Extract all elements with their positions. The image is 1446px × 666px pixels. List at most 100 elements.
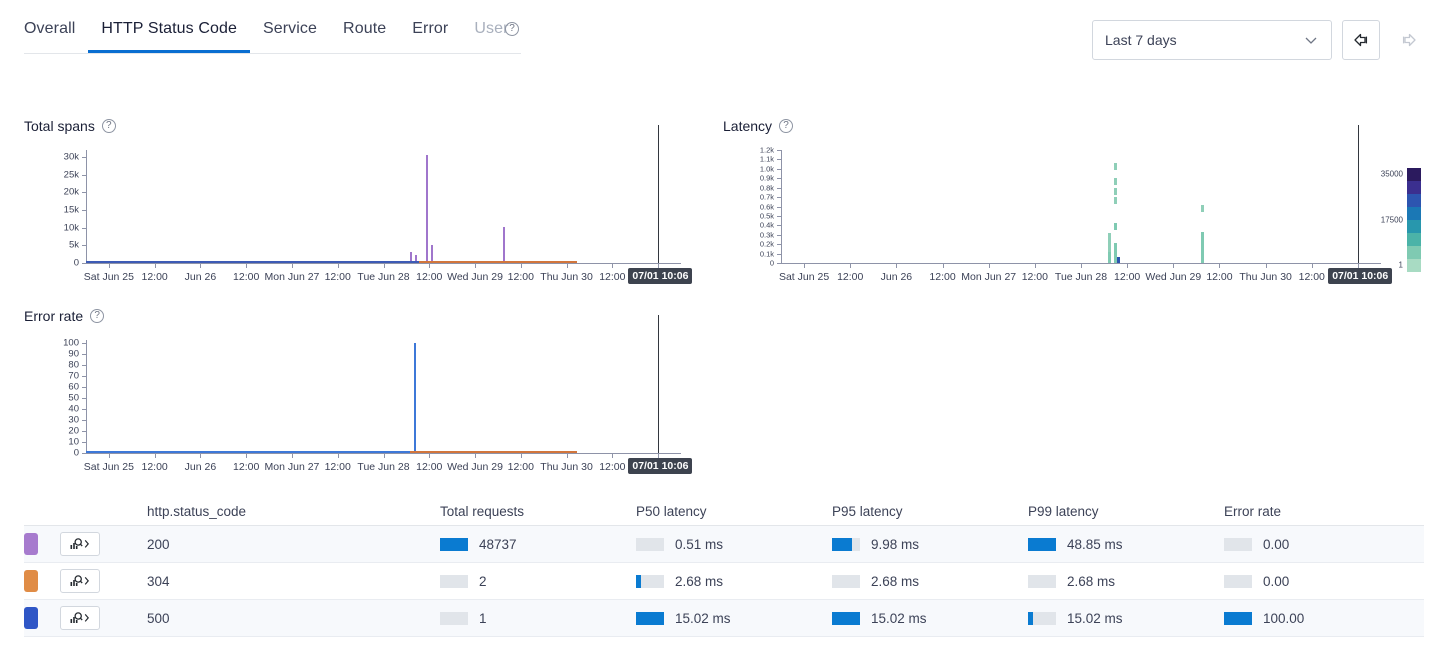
y-tick [82,409,86,410]
legend-swatch-5 [1407,233,1421,246]
total-requests-cell: 2 [440,574,636,589]
latency-point-1 [1108,252,1111,263]
table-row[interactable]: 30422.68 ms2.68 ms2.68 ms0.00 [24,563,1424,600]
inspect-button[interactable] [60,532,100,556]
series-baseline-500 [86,451,419,453]
x-tick [1219,264,1220,268]
y-tick-label: 1.1k [723,155,774,164]
x-tick-label: 12:00 [508,461,534,473]
x-tick-label: Sat Jun 25 [84,461,134,473]
time-range-select[interactable]: Last 7 days [1092,20,1332,60]
x-tick [292,454,293,458]
p50-latency-cell: 2.68 ms [636,574,832,589]
x-tick [246,454,247,458]
latency-panel: Latency ? 00.1k0.2k0.3k0.4k0.5k0.6k0.7k0… [723,118,1443,289]
p99-latency-cell: 2.68 ms [1028,574,1224,589]
legend-swatch-3 [1407,207,1421,220]
total-spans-help-icon[interactable]: ? [102,119,116,133]
latency-plot[interactable]: 00.1k0.2k0.3k0.4k0.5k0.6k0.7k0.8k0.9k1.0… [723,150,1443,289]
y-tick-label: 0 [24,258,79,269]
p95-latency-bar [832,575,860,588]
column-header-total-requests: Total requests [440,504,636,519]
inspect-button[interactable] [60,569,100,593]
column-header-p99-latency: P99 latency [1028,504,1224,519]
x-tick-label: Mon Jun 27 [961,271,1016,283]
y-tick-label: 1.2k [723,146,774,155]
status-code-value: 304 [144,574,440,589]
error-rate-plot[interactable]: 0102030405060708090100Sat Jun 2512:00Jun… [24,340,701,479]
shift-back-button[interactable] [1342,20,1380,60]
tab-overall[interactable]: Overall [24,16,88,50]
y-tick-label: 40 [24,404,79,415]
y-axis-line [86,340,87,453]
y-tick [777,216,781,217]
x-tick [521,454,522,458]
tab-service[interactable]: Service [250,16,330,50]
x-tick-label: Mon Jun 27 [265,461,320,473]
latency-help-icon[interactable]: ? [779,119,793,133]
y-tick [82,175,86,176]
legend-tick-label: 1 [1399,261,1403,270]
table-body: 200487370.51 ms9.98 ms48.85 ms0.00 3042 2.… [24,526,1424,637]
tab-error[interactable]: Error [399,16,461,50]
arrow-left-icon [1352,31,1370,49]
x-tick-label: 12:00 [837,271,863,283]
x-tick-label: Thu Jun 30 [540,271,593,283]
p99-latency-value: 2.68 ms [1067,574,1115,589]
tabs-help-icon[interactable]: ? [505,20,520,35]
legend-swatch-7 [1407,259,1421,272]
top-bar: OverallHTTP Status CodeServiceRouteError… [0,0,1446,66]
y-tick [82,192,86,193]
column-header-error-rate: Error rate [1224,504,1420,519]
x-tick-label: 12:00 [1022,271,1048,283]
error-rate-value: 0.00 [1263,537,1289,552]
p99-latency-bar [1028,538,1056,551]
y-tick [777,169,781,170]
tab-route[interactable]: Route [330,16,399,50]
x-tick [943,264,944,268]
cursor-time-label: 07/01 10:06 [628,268,692,284]
y-tick [82,398,86,399]
p95-latency-cell: 9.98 ms [832,537,1028,552]
table-row[interactable]: 500115.02 ms15.02 ms15.02 ms100.00 [24,600,1424,637]
x-tick [475,454,476,458]
error-rate-bar [1224,612,1252,625]
x-tick-label: Sat Jun 25 [779,271,829,283]
y-tick [82,343,86,344]
latency-title-text: Latency [723,118,772,134]
time-range-controls: Last 7 days [1092,20,1428,60]
x-tick [200,264,201,268]
p50-latency-cell: 0.51 ms [636,537,832,552]
total-requests-bar [440,538,468,551]
y-axis-line [781,150,782,263]
latency-point-10 [1201,232,1204,263]
tab-http-status-code[interactable]: HTTP Status Code [88,16,250,53]
series-spike-200-4 [503,227,505,263]
error-rate-cell: 100.00 [1224,611,1420,626]
y-tick-label: 90 [24,349,79,360]
x-tick-label: 12:00 [416,271,442,283]
error-rate-bar [1224,538,1252,551]
total-requests-cell: 48737 [440,537,636,552]
row-action-cell [60,532,144,556]
p99-latency-bar-fill [1028,612,1033,625]
y-tick-label: 20k [24,187,79,198]
error-rate-help-icon[interactable]: ? [90,309,104,323]
y-tick-label: 0 [24,448,79,459]
x-tick-label: 12:00 [416,461,442,473]
total-requests-bar-fill [440,538,468,551]
row-action-cell [60,606,144,630]
y-tick-label: 100 [24,338,79,349]
table-row[interactable]: 200487370.51 ms9.98 ms48.85 ms0.00 [24,526,1424,563]
analyze-icon [69,611,91,625]
tab-bar: OverallHTTP Status CodeServiceRouteError… [24,16,521,54]
x-tick-label: 12:00 [1299,271,1325,283]
p50-latency-value: 2.68 ms [675,574,723,589]
p50-latency-bar [636,538,664,551]
inspect-button[interactable] [60,606,100,630]
y-tick [777,207,781,208]
total-spans-plot[interactable]: 05k10k15k20k25k30kSat Jun 2512:00Jun 261… [24,150,701,289]
p50-latency-bar-fill [636,612,664,625]
x-tick [475,264,476,268]
x-tick [521,264,522,268]
